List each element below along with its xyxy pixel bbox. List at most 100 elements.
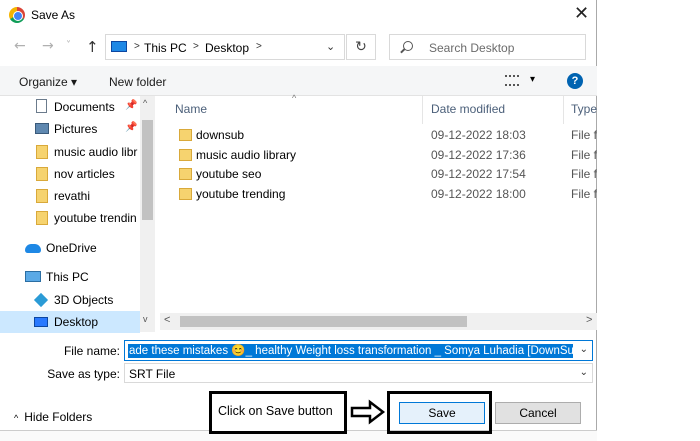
annotation-callout: Click on Save button [209, 391, 347, 434]
nav-item-label: revathi [54, 189, 91, 203]
nav-item-label: 3D Objects [54, 293, 114, 307]
scroll-up-icon[interactable]: ^ [143, 98, 147, 108]
folder-icon [179, 168, 192, 180]
pin-icon: 📌 [125, 100, 138, 111]
scroll-right-icon[interactable]: > [586, 314, 592, 326]
save-button-highlight [387, 391, 492, 434]
file-name: downsub [196, 128, 245, 142]
breadcrumb-this-pc[interactable]: This PC [144, 41, 187, 55]
column-header-type[interactable]: Type [571, 102, 597, 116]
column-header-name[interactable]: Name [175, 102, 207, 116]
chrome-logo-icon [9, 7, 25, 23]
file-row[interactable]: music audio library 09-12-2022 17:36 Fil… [160, 145, 597, 165]
file-row[interactable]: youtube trending 09-12-2022 18:00 File f [160, 184, 597, 204]
desktop-icon [34, 317, 48, 327]
file-date: 09-12-2022 18:00 [431, 187, 526, 201]
chevron-up-icon: ^ [14, 413, 19, 423]
breadcrumb-desktop[interactable]: Desktop [205, 41, 249, 55]
nav-item-3d-objects[interactable]: 3D Objects [0, 289, 140, 311]
back-arrow-icon[interactable]: ← [14, 38, 26, 54]
nav-item-youtube-trending[interactable]: youtube trendin [0, 207, 140, 229]
sort-ascending-icon: ^ [292, 93, 297, 103]
file-row[interactable]: downsub 09-12-2022 18:03 File f [160, 125, 597, 145]
column-header-date-modified[interactable]: Date modified [431, 102, 505, 116]
navigation-pane: Documents 📌 Pictures 📌 music audio libr … [0, 96, 155, 333]
folder-icon [36, 167, 48, 181]
search-icon [403, 41, 413, 51]
nav-item-onedrive[interactable]: OneDrive [0, 237, 140, 259]
scroll-left-icon[interactable]: < [164, 314, 170, 326]
this-pc-icon [111, 41, 127, 52]
file-row[interactable]: youtube seo 09-12-2022 17:54 File f [160, 164, 597, 184]
save-as-type-value: SRT File [129, 367, 176, 381]
forward-arrow-icon[interactable]: → [42, 38, 54, 54]
refresh-icon: ↻ [355, 39, 367, 55]
nav-item-label: nov articles [54, 167, 115, 181]
dialog-title: Save As [31, 8, 76, 22]
up-arrow-icon[interactable]: ↑ [86, 38, 99, 56]
refresh-button[interactable]: ↻ [346, 34, 376, 60]
chevron-down-icon[interactable]: ⌄ [580, 344, 588, 355]
chevron-down-icon[interactable]: ⌄ [580, 367, 588, 378]
nav-item-revathi[interactable]: revathi [0, 185, 140, 207]
3d-objects-icon [33, 292, 49, 308]
column-divider[interactable] [422, 96, 423, 124]
hide-folders-button[interactable]: ^ Hide Folders [14, 410, 92, 424]
file-date: 09-12-2022 17:36 [431, 148, 526, 162]
nav-item-nov-articles[interactable]: nov articles [0, 163, 140, 185]
file-date: 09-12-2022 18:03 [431, 128, 526, 142]
file-name-field[interactable]: ade these mistakes 😊_ healthy Weight los… [124, 340, 593, 361]
nav-item-desktop[interactable]: Desktop [0, 311, 140, 333]
title-bar: Save As ✕ [0, 0, 597, 30]
recent-locations-icon[interactable]: ˅ [66, 40, 71, 51]
this-pc-icon [25, 271, 41, 282]
scroll-down-icon[interactable]: v [143, 314, 148, 324]
folder-icon [179, 188, 192, 200]
view-dropdown-icon[interactable]: ▾ [530, 74, 535, 85]
save-as-type-select[interactable]: SRT File ⌄ [124, 363, 593, 383]
close-icon[interactable]: ✕ [574, 3, 589, 24]
file-name: youtube trending [196, 187, 286, 201]
file-list-horizontal-scrollbar[interactable]: < > [160, 313, 597, 330]
nav-item-documents[interactable]: Documents 📌 [0, 96, 140, 118]
nav-item-label: This PC [46, 270, 89, 284]
file-name-value[interactable]: ade these mistakes 😊_ healthy Weight los… [128, 344, 573, 358]
address-dropdown-icon[interactable]: ⌄ [326, 40, 335, 53]
document-icon [36, 99, 47, 113]
file-name: music audio library [196, 148, 297, 162]
hide-folders-label: Hide Folders [24, 410, 93, 424]
organize-button[interactable]: Organize ▾ [19, 75, 77, 89]
save-as-type-label: Save as type: [47, 367, 120, 381]
file-name: youtube seo [196, 167, 262, 181]
file-name-label: File name: [63, 344, 120, 358]
search-input[interactable]: Search Desktop [389, 34, 586, 60]
pin-icon: 📌 [125, 122, 138, 133]
nav-pane-scrollbar[interactable]: ^ v [140, 96, 155, 332]
cancel-button[interactable]: Cancel [495, 402, 581, 424]
nav-item-pictures[interactable]: Pictures 📌 [0, 118, 140, 140]
view-options-icon[interactable] [505, 75, 519, 86]
nav-item-label: music audio libr [54, 145, 138, 159]
folder-icon [36, 145, 48, 159]
scrollbar-thumb[interactable] [142, 120, 153, 220]
address-bar[interactable]: > This PC > Desktop > ⌄ [105, 34, 345, 60]
file-list: ^ Name Date modified Type downsub 09-12-… [160, 93, 597, 316]
right-arrow-annotation-icon [350, 399, 386, 425]
breadcrumb-separator: > [193, 41, 199, 52]
column-divider[interactable] [563, 96, 564, 124]
file-type: File f [571, 148, 598, 162]
scrollbar-thumb[interactable] [180, 316, 467, 327]
save-as-dialog: Save As ✕ ← → ˅ ↑ > This PC > Desktop > … [0, 0, 597, 441]
breadcrumb-separator: > [134, 41, 140, 52]
file-type: File f [571, 167, 598, 181]
new-folder-button[interactable]: New folder [109, 75, 166, 89]
nav-item-label: Desktop [54, 315, 99, 329]
breadcrumb-separator: > [256, 41, 262, 52]
file-type: File f [571, 187, 598, 201]
folder-icon [36, 211, 48, 225]
search-placeholder: Search Desktop [429, 41, 515, 55]
command-toolbar: Organize ▾ New folder ▾ ? [0, 66, 597, 96]
nav-item-this-pc[interactable]: This PC [0, 266, 140, 288]
help-icon[interactable]: ? [567, 73, 583, 89]
nav-item-music-audio-library[interactable]: music audio libr [0, 141, 140, 163]
